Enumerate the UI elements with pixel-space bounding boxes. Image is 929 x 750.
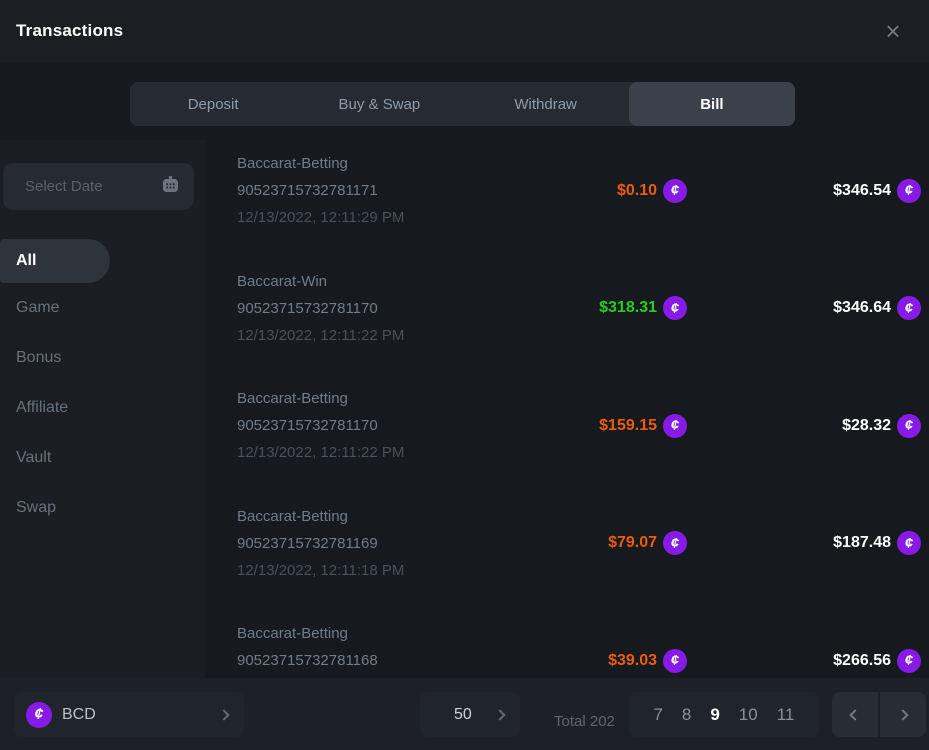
transaction-amount: $159.15 (599, 417, 657, 435)
transaction-date: 12/13/2022, 12:11:22 PM (237, 439, 487, 466)
currency-code: BCD (62, 706, 96, 724)
transaction-amount-cell: $318.31 ¢ (487, 268, 687, 349)
page-number-9[interactable]: 9 (710, 705, 719, 725)
transaction-balance: $28.32 (842, 417, 891, 435)
transaction-id: 90523715732781168 (237, 647, 487, 674)
bcd-coin-icon: ¢ (897, 531, 921, 555)
date-picker-input[interactable]: Select Date (3, 163, 194, 210)
tab-deposit[interactable]: Deposit (130, 82, 296, 126)
transaction-balance-cell: $266.56 ¢ (687, 620, 921, 678)
transaction-amount: $79.07 (608, 534, 657, 552)
tab-withdraw[interactable]: Withdraw (463, 82, 629, 126)
page-title: Transactions (16, 21, 123, 41)
bcd-coin-icon: ¢ (897, 414, 921, 438)
transaction-row: Baccarat-Betting90523715732781168 $39.03 ¢… (237, 614, 921, 678)
filter-list: AllGameBonusAffiliateVaultSwap (0, 239, 205, 533)
page-number-8[interactable]: 8 (682, 705, 691, 725)
transaction-amount: $318.31 (599, 299, 657, 317)
page-number-7[interactable]: 7 (653, 705, 662, 725)
bcd-coin-icon: ¢ (26, 702, 52, 728)
date-picker-placeholder: Select Date (25, 178, 103, 195)
transaction-name: Baccarat-Betting (237, 503, 487, 530)
filter-vault[interactable]: Vault (0, 433, 205, 483)
bcd-coin-icon: ¢ (897, 179, 921, 203)
transaction-id: 90523715732781171 (237, 177, 487, 204)
transaction-balance-cell: $346.64 ¢ (687, 268, 921, 349)
bcd-coin-icon: ¢ (897, 296, 921, 320)
transaction-row: Baccarat-Win9052371573278117012/13/2022,… (237, 262, 921, 380)
filter-game[interactable]: Game (0, 283, 205, 333)
transaction-balance-cell: $187.48 ¢ (687, 503, 921, 584)
tab-bill[interactable]: Bill (629, 82, 795, 126)
bcd-coin-icon: ¢ (663, 414, 687, 438)
chevron-right-icon (218, 709, 229, 720)
transaction-amount-cell: $159.15 ¢ (487, 385, 687, 466)
filter-affiliate[interactable]: Affiliate (0, 383, 205, 433)
pagination: 789 10 11 (629, 692, 819, 737)
transaction-amount-cell: $79.07 ¢ (487, 503, 687, 584)
tab-bar: DepositBuy & SwapWithdrawBill (130, 82, 795, 126)
currency-selector[interactable]: ¢ BCD (14, 692, 244, 737)
transaction-date: 12/13/2022, 12:11:18 PM (237, 557, 487, 584)
filter-bonus[interactable]: Bonus (0, 333, 205, 383)
transaction-balance: $346.54 (833, 182, 891, 200)
page-number-11[interactable]: 11 (777, 705, 795, 725)
page-size-value: 50 (454, 706, 472, 724)
page-size-selector[interactable]: 50 (420, 692, 520, 737)
transaction-balance: $266.56 (833, 652, 891, 670)
transaction-row: Baccarat-Betting9052371573278117012/13/2… (237, 379, 921, 497)
prev-page-button[interactable] (832, 692, 878, 737)
transaction-amount: $0.10 (617, 182, 657, 200)
page-number-10[interactable]: 10 (739, 705, 758, 725)
chevron-right-icon (897, 709, 908, 720)
transaction-id: 90523715732781170 (237, 295, 487, 322)
transaction-row: Baccarat-Betting9052371573278116912/13/2… (237, 497, 921, 615)
bcd-coin-icon: ¢ (663, 531, 687, 555)
transaction-amount-cell: $0.10 ¢ (487, 150, 687, 231)
filter-all[interactable]: All (0, 239, 110, 283)
transaction-row: Baccarat-Betting9052371573278117112/13/2… (237, 144, 921, 262)
transaction-id: 90523715732781170 (237, 412, 487, 439)
transactions-modal: Transactions × DepositBuy & SwapWithdraw… (0, 0, 929, 750)
calendar-icon (161, 175, 180, 199)
chevron-right-icon (494, 709, 505, 720)
transaction-list: Baccarat-Betting9052371573278117112/13/2… (205, 140, 929, 678)
modal-header: Transactions × (0, 0, 929, 62)
transaction-balance: $187.48 (833, 534, 891, 552)
transaction-name: Baccarat-Win (237, 268, 487, 295)
transaction-name: Baccarat-Betting (237, 150, 487, 177)
pagination-nav (832, 692, 926, 737)
filter-swap[interactable]: Swap (0, 483, 205, 533)
footer: ¢ BCD 50 Total 202 789 10 11 (0, 678, 929, 750)
bcd-coin-icon: ¢ (663, 649, 687, 673)
transaction-balance-cell: $346.54 ¢ (687, 150, 921, 231)
transaction-id: 90523715732781169 (237, 530, 487, 557)
next-page-button[interactable] (880, 692, 926, 737)
transaction-balance-cell: $28.32 ¢ (687, 385, 921, 466)
total-count-label: Total 202 (554, 713, 615, 730)
transaction-balance: $346.64 (833, 299, 891, 317)
transaction-date: 12/13/2022, 12:11:22 PM (237, 322, 487, 349)
sidebar: Select Date AllGameBonusAffiliateVaultSw… (0, 140, 205, 678)
transaction-name: Baccarat-Betting (237, 385, 487, 412)
tab-buy-swap[interactable]: Buy & Swap (296, 82, 462, 126)
chevron-left-icon (849, 709, 860, 720)
transaction-name: Baccarat-Betting (237, 620, 487, 647)
close-icon[interactable]: × (879, 17, 907, 45)
transaction-date: 12/13/2022, 12:11:29 PM (237, 204, 487, 231)
bcd-coin-icon: ¢ (663, 296, 687, 320)
bcd-coin-icon: ¢ (663, 179, 687, 203)
transaction-amount: $39.03 (608, 652, 657, 670)
bcd-coin-icon: ¢ (897, 649, 921, 673)
transaction-amount-cell: $39.03 ¢ (487, 620, 687, 678)
